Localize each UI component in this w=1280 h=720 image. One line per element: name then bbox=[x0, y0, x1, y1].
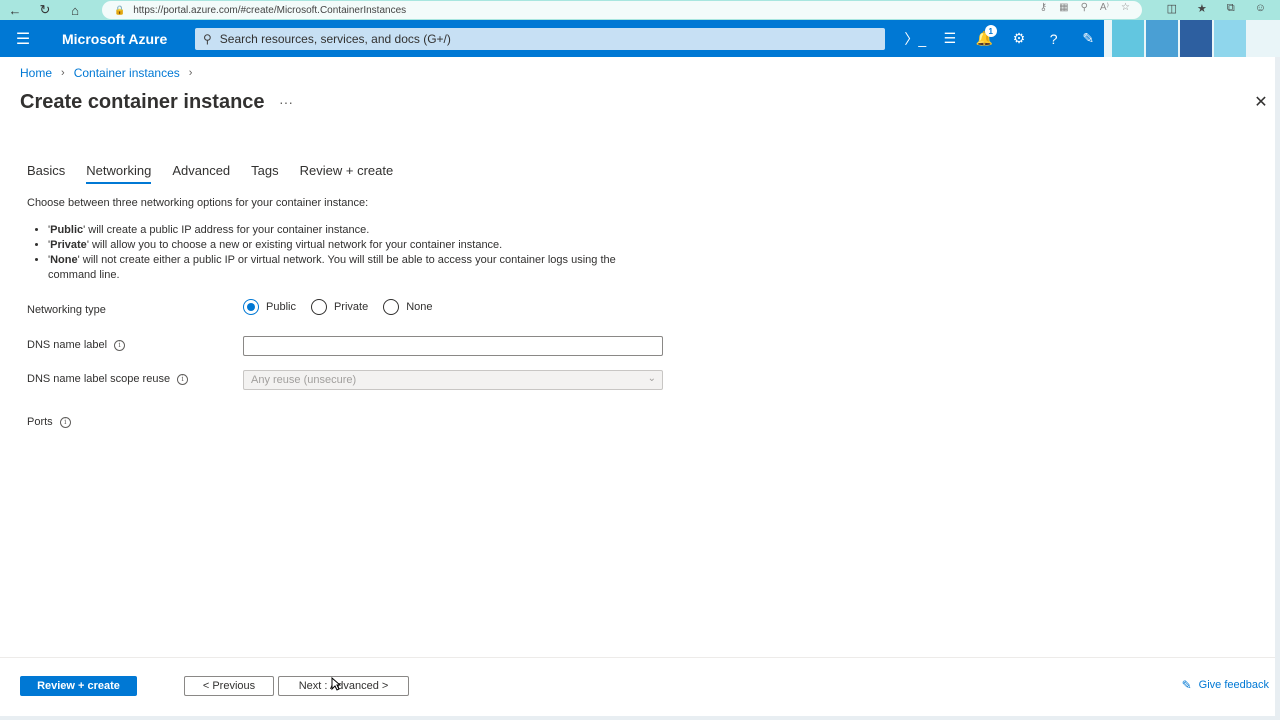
global-search-input[interactable]: ⚲ Search resources, services, and docs (… bbox=[195, 28, 885, 50]
help-icon[interactable]: ? bbox=[1036, 20, 1071, 57]
dns-scope-reuse-select[interactable]: Any reuse (unsecure) ⌄ bbox=[243, 370, 663, 390]
next-advanced-button[interactable]: Next : Advanced > bbox=[278, 676, 409, 696]
home-icon[interactable]: ⌂ bbox=[60, 0, 90, 20]
wizard-footer: Review + create < Previous Next : Advanc… bbox=[0, 657, 1280, 720]
refresh-icon[interactable]: ↻ bbox=[30, 0, 60, 20]
ports-label-text: Ports bbox=[27, 416, 53, 428]
dns-scope-reuse-label: DNS name label scope reuse i bbox=[27, 373, 189, 385]
chevron-right-icon: › bbox=[188, 67, 193, 79]
radio-private[interactable]: Private bbox=[310, 299, 369, 315]
dns-name-input[interactable] bbox=[243, 336, 663, 356]
networking-intro: Choose between three networking options … bbox=[27, 197, 369, 209]
wizard-tabs: Basics Networking Advanced Tags Review +… bbox=[27, 163, 414, 184]
networking-type-label: Networking type bbox=[27, 304, 106, 316]
option-name: None bbox=[50, 254, 78, 266]
brand-logo[interactable]: Microsoft Azure bbox=[46, 31, 194, 47]
account-tile[interactable] bbox=[1180, 20, 1212, 57]
hamburger-menu-icon[interactable]: ☰ bbox=[0, 20, 46, 57]
window-edge bbox=[1275, 57, 1280, 720]
main-content: Home › Container instances › Create cont… bbox=[0, 57, 1280, 720]
more-options-button[interactable]: ··· bbox=[279, 94, 293, 110]
read-aloud-icon[interactable]: A⁾ bbox=[1100, 2, 1109, 13]
directory-filter-icon[interactable]: ☰ bbox=[933, 20, 968, 57]
chevron-right-icon: › bbox=[61, 67, 65, 79]
notification-badge: 1 bbox=[984, 25, 997, 37]
networking-options-list: 'Public' will create a public IP address… bbox=[48, 223, 658, 283]
networking-type-label-text: Networking type bbox=[27, 304, 106, 316]
tab-tags[interactable]: Tags bbox=[251, 163, 278, 184]
tab-networking[interactable]: Networking bbox=[86, 163, 152, 184]
search-placeholder: Search resources, services, and docs (G+… bbox=[219, 32, 451, 46]
option-desc: will create a public IP address for your… bbox=[85, 224, 370, 236]
radio-indicator bbox=[310, 299, 327, 315]
info-icon[interactable]: i bbox=[177, 373, 189, 385]
option-desc: will allow you to choose a new or existi… bbox=[88, 239, 503, 251]
radio-indicator bbox=[383, 299, 400, 315]
dns-name-label-text: DNS name label bbox=[27, 339, 108, 351]
radio-public-label: Public bbox=[266, 301, 296, 313]
dns-scope-reuse-label-text: DNS name label scope reuse bbox=[27, 373, 171, 385]
option-name: Private bbox=[50, 239, 87, 251]
cloud-shell-icon[interactable]: 〉_ bbox=[898, 20, 933, 57]
radio-private-label: Private bbox=[333, 301, 369, 313]
split-screen-icon[interactable]: ◫ bbox=[1167, 2, 1177, 15]
radio-checked-indicator bbox=[243, 299, 259, 315]
profile-icon[interactable]: ☺ bbox=[1255, 2, 1266, 15]
radio-none[interactable]: None bbox=[383, 299, 433, 315]
notifications-bell-icon[interactable]: 🔔 1 bbox=[967, 20, 1002, 57]
window-controls: ◫ ★ ⧉ ☺ bbox=[1167, 2, 1266, 15]
favorites-icon[interactable]: ☆ bbox=[1121, 2, 1130, 13]
breadcrumb-home[interactable]: Home bbox=[20, 66, 52, 80]
zoom-icon[interactable]: ⚲ bbox=[1081, 2, 1088, 13]
favorites-bar-icon[interactable]: ★ bbox=[1197, 2, 1207, 15]
previous-button[interactable]: < Previous bbox=[184, 676, 274, 696]
dns-scope-reuse-value: Any reuse (unsecure) bbox=[251, 374, 357, 386]
browser-toolbar: ← ↻ ⌂ 🔒 https://portal.azure.com/#create… bbox=[0, 0, 1280, 20]
breadcrumb: Home › Container instances › bbox=[20, 66, 201, 80]
key-icon[interactable]: ⚷ bbox=[1040, 2, 1047, 13]
info-icon[interactable]: i bbox=[59, 416, 71, 428]
apps-icon[interactable]: ▦ bbox=[1059, 2, 1068, 13]
list-item: 'Private' will allow you to choose a new… bbox=[48, 238, 658, 253]
networking-type-radio-group: Public Private None bbox=[243, 299, 448, 315]
radio-public[interactable]: Public bbox=[243, 299, 296, 315]
page-title: Create container instance bbox=[20, 91, 265, 113]
option-desc: will not create either a public IP or vi… bbox=[48, 254, 616, 281]
tab-review-create[interactable]: Review + create bbox=[300, 163, 394, 184]
close-icon[interactable]: ✕ bbox=[1252, 93, 1270, 111]
info-icon[interactable]: i bbox=[114, 339, 126, 351]
azure-header: ☰ Microsoft Azure ⚲ Search resources, se… bbox=[0, 20, 1104, 57]
tab-advanced[interactable]: Advanced bbox=[172, 163, 230, 184]
tab-basics[interactable]: Basics bbox=[27, 163, 65, 184]
account-tile[interactable] bbox=[1214, 20, 1246, 57]
chevron-down-icon: ⌄ bbox=[647, 373, 656, 384]
ports-label: Ports i bbox=[27, 416, 71, 428]
list-item: 'Public' will create a public IP address… bbox=[48, 223, 658, 238]
address-bar[interactable]: 🔒 https://portal.azure.com/#create/Micro… bbox=[102, 1, 1142, 19]
option-name: Public bbox=[50, 224, 84, 236]
dns-name-label: DNS name label i bbox=[27, 339, 126, 351]
header-icons: 〉_ ☰ 🔔 1 ⚙ ? ✎ bbox=[898, 20, 1106, 57]
give-feedback-link[interactable]: ✎ Give feedback bbox=[1182, 678, 1269, 692]
address-bar-tools: ⚷ ▦ ⚲ A⁾ ☆ bbox=[1040, 2, 1130, 13]
mouse-cursor-icon bbox=[331, 677, 341, 691]
radio-none-label: None bbox=[406, 301, 433, 313]
breadcrumb-container-instances[interactable]: Container instances bbox=[74, 66, 180, 80]
list-item: 'None' will not create either a public I… bbox=[48, 253, 658, 283]
account-tile[interactable] bbox=[1146, 20, 1178, 57]
account-tile[interactable] bbox=[1112, 20, 1144, 57]
settings-gear-icon[interactable]: ⚙ bbox=[1002, 20, 1037, 57]
window-edge bbox=[0, 716, 1280, 720]
url-text: https://portal.azure.com/#create/Microso… bbox=[133, 4, 407, 16]
back-arrow-icon[interactable]: ← bbox=[0, 0, 30, 20]
search-icon: ⚲ bbox=[203, 32, 212, 46]
feedback-person-icon: ✎ bbox=[1181, 678, 1192, 692]
give-feedback-label: Give feedback bbox=[1198, 679, 1269, 691]
review-create-button[interactable]: Review + create bbox=[20, 676, 137, 696]
collections-icon[interactable]: ⧉ bbox=[1227, 2, 1235, 15]
lock-icon: 🔒 bbox=[114, 4, 126, 15]
feedback-icon[interactable]: ✎ bbox=[1071, 20, 1106, 57]
